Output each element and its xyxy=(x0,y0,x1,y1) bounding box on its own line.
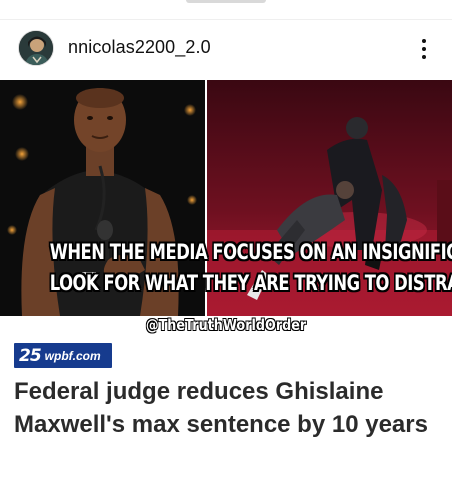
dot xyxy=(422,39,426,43)
profile-avatar-icon xyxy=(19,31,53,65)
dot xyxy=(422,47,426,51)
logo-site: wpbf.com xyxy=(44,348,101,363)
meme-caption-line-1: WHEN THE MEDIA FOCUSES ON AN INSIGNIFICA… xyxy=(49,240,452,264)
dot xyxy=(422,55,426,59)
post-image[interactable]: WHEN THE MEDIA FOCUSES ON AN INSIGNIFICA… xyxy=(0,80,452,500)
watermark: @TheTruthWorldOrder xyxy=(145,316,307,334)
more-options-icon[interactable] xyxy=(412,36,436,62)
news-station-logo: 25 wpbf.com xyxy=(14,343,112,368)
top-strip xyxy=(0,0,452,18)
meme-caption-line-2: LOOK FOR WHAT THEY ARE TRYING TO DISTRAC… xyxy=(49,271,452,295)
username[interactable]: nnicolas2200_2.0 xyxy=(68,37,211,58)
news-headline: Federal judge reduces Ghislaine Maxwell'… xyxy=(14,378,428,438)
avatar[interactable] xyxy=(18,30,54,66)
logo-number: 25 xyxy=(19,345,42,366)
post-header: nnicolas2200_2.0 xyxy=(0,20,452,80)
previous-post-edge xyxy=(186,0,266,3)
